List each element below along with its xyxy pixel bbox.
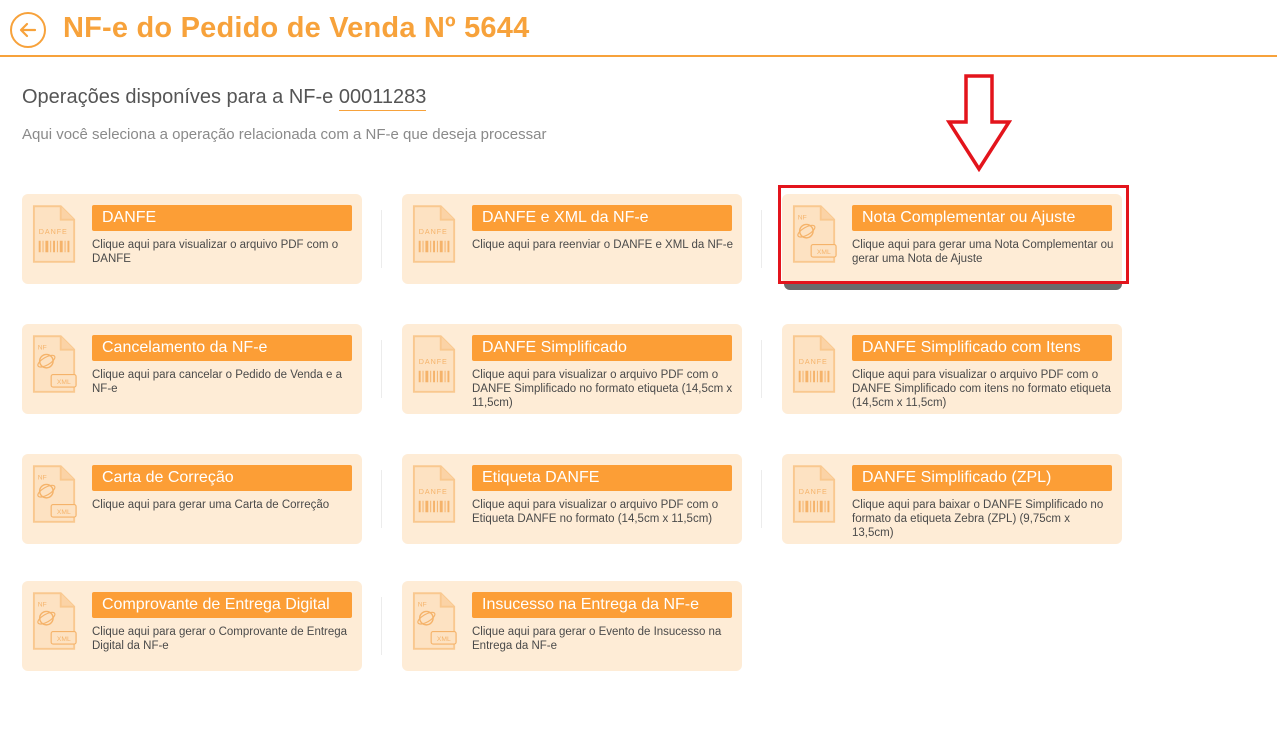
icon-label: XML [57,379,71,386]
section-subheading: Aqui você seleciona a operação relaciona… [22,126,547,143]
card-comprovante-de-entrega-digital[interactable]: NF XML Comprovante de Entrega Digital Cliq… [22,581,362,671]
card-description: Clique aqui para gerar uma Nota Compleme… [852,239,1114,265]
icon-label: DANFE [419,358,448,366]
top-bar: NF-e do Pedido de Venda Nº 5644 [0,0,1277,57]
nfe-number: 00011283 [338,86,427,111]
card-title: Insucesso na Entrega da NF-e [472,592,732,618]
card-description: Clique aqui para visualizar o arquivo PD… [92,239,339,265]
svg-text:NF: NF [38,602,47,609]
card-description: Clique aqui para baixar o DANFE Simplifi… [852,499,1104,539]
card-title: DANFE [92,205,352,231]
xml-document-icon: NF XML [412,592,457,650]
card-description: Clique aqui para cancelar o Pedido de Ve… [92,369,342,395]
icon-label: DANFE [799,488,828,496]
card-description: Clique aqui para gerar uma Carta de Corr… [92,499,330,511]
column-divider [381,210,382,268]
column-divider [761,210,762,268]
card-title: DANFE e XML da NF-e [472,205,732,231]
card-description: Clique aqui para reenviar o DANFE e XML … [472,239,733,251]
icon-label: XML [817,249,831,256]
card-danfe-simplificado[interactable]: DANFE DANFE Simplificado Clique aqui para… [402,324,742,414]
back-button[interactable] [10,12,46,48]
danfe-document-icon: DANFE [32,205,76,263]
card-danfe-simplificado-com-itens[interactable]: DANFE DANFE Simplificado com Itens Clique… [782,324,1122,414]
page-title: NF-e do Pedido de Venda Nº 5644 [63,12,530,44]
danfe-document-icon: DANFE [412,205,456,263]
svg-text:NF: NF [38,475,47,482]
arrow-left-icon [19,22,37,38]
card-danfe[interactable]: DANFE DANFE Clique aqui para visualizar o… [22,194,362,284]
card-title: DANFE Simplificado (ZPL) [852,465,1112,491]
card-etiqueta-danfe[interactable]: DANFE Etiqueta DANFE Clique aqui para vis… [402,454,742,544]
card-title: DANFE Simplificado [472,335,732,361]
column-divider [381,340,382,398]
card-title: Cancelamento da NF-e [92,335,352,361]
card-cancelamento-da-nf-e[interactable]: NF XML Cancelamento da NF-e Clique aqui pa… [22,324,362,414]
icon-label: DANFE [419,488,448,496]
section-heading-text: Operações disponíves para a NF-e [22,86,334,108]
danfe-document-icon: DANFE [412,465,456,523]
svg-text:NF: NF [798,215,807,222]
icon-label: DANFE [799,358,828,366]
xml-document-icon: NF XML [792,205,837,263]
card-description: Clique aqui para visualizar o arquivo PD… [472,369,733,409]
danfe-document-icon: DANFE [792,465,836,523]
card-danfe-simplificado-zpl[interactable]: DANFE DANFE Simplificado (ZPL) Clique aqu… [782,454,1122,544]
down-arrow-outline-icon [946,74,1012,172]
xml-document-icon: NF XML [32,335,77,393]
icon-label: XML [57,636,71,643]
xml-document-icon: NF XML [32,465,77,523]
column-divider [761,470,762,528]
card-description: Clique aqui para gerar o Comprovante de … [92,626,348,652]
card-description: Clique aqui para visualizar o arquivo PD… [472,499,719,525]
icon-label: DANFE [419,228,448,236]
card-danfe-e-xml-da-nf-e[interactable]: DANFE DANFE e XML da NF-e Clique aqui par… [402,194,742,284]
danfe-document-icon: DANFE [412,335,456,393]
column-divider [761,340,762,398]
icon-label: XML [437,636,451,643]
card-hover-shadow [784,283,1122,290]
card-title: Etiqueta DANFE [472,465,732,491]
xml-document-icon: NF XML [32,592,77,650]
card-nota-complementar-ou-ajuste[interactable]: NF XML Nota Complementar ou Ajuste Clique … [782,194,1122,284]
card-title: DANFE Simplificado com Itens [852,335,1112,361]
svg-text:NF: NF [418,602,427,609]
column-divider [381,597,382,655]
card-description: Clique aqui para visualizar o arquivo PD… [852,369,1111,409]
card-description: Clique aqui para gerar o Evento de Insuc… [472,626,722,652]
section-heading: Operações disponíves para a NF-e 0001128… [22,86,427,111]
danfe-document-icon: DANFE [792,335,836,393]
card-title: Carta de Correção [92,465,352,491]
svg-text:NF: NF [38,345,47,352]
card-title: Comprovante de Entrega Digital [92,592,352,618]
card-insucesso-na-entrega-da-nf-e[interactable]: NF XML Insucesso na Entrega da NF-e Clique… [402,581,742,671]
card-carta-de-correcao[interactable]: NF XML Carta de Correção Clique aqui para … [22,454,362,544]
column-divider [381,470,382,528]
card-title: Nota Complementar ou Ajuste [852,205,1112,231]
icon-label: XML [57,509,71,516]
icon-label: DANFE [39,228,68,236]
